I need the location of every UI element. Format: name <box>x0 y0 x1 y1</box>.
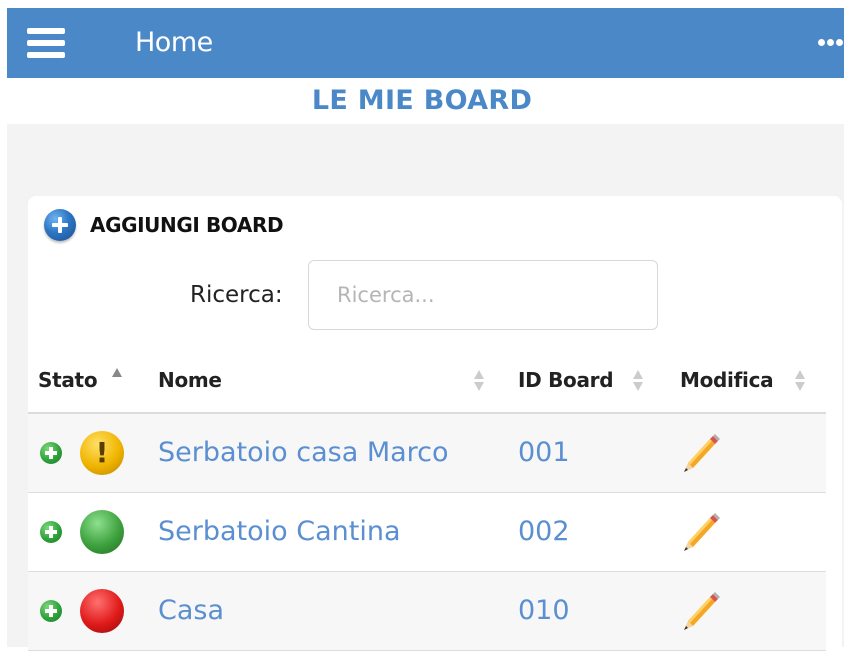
top-app-bar: Home <box>7 8 844 78</box>
plus-circle-icon[interactable] <box>44 209 76 241</box>
board-name-link[interactable]: Serbatoio Cantina <box>158 493 401 571</box>
add-board-button[interactable]: AGGIUNGI BOARD <box>44 208 284 242</box>
expand-row-icon[interactable] <box>40 521 62 543</box>
board-name-link[interactable]: Serbatoio casa Marco <box>158 414 449 492</box>
table-row: ! Serbatoio casa Marco 001 <box>28 414 826 493</box>
status-warning-icon: ! <box>80 431 124 475</box>
column-header-stato[interactable]: Stato <box>38 368 98 392</box>
sort-icon[interactable] <box>474 370 484 392</box>
table-row: Serbatoio Cantina 002 <box>28 493 826 572</box>
search-label: Ricerca: <box>190 282 283 308</box>
column-header-id-board[interactable]: ID Board <box>518 368 614 392</box>
table-row: Casa 010 <box>28 572 826 651</box>
sort-icon[interactable] <box>795 370 805 392</box>
pencil-edit-icon[interactable] <box>680 511 722 553</box>
expand-row-icon[interactable] <box>40 442 62 464</box>
pencil-edit-icon[interactable] <box>680 590 722 632</box>
more-icon[interactable] <box>814 33 844 53</box>
boards-card: AGGIUNGI BOARD Ricerca: Stato Nome ID Bo… <box>28 196 842 651</box>
pencil-edit-icon[interactable] <box>680 432 722 474</box>
page-title: LE MIE BOARD <box>311 85 533 116</box>
board-name-link[interactable]: Casa <box>158 572 224 650</box>
hamburger-icon[interactable] <box>27 28 65 58</box>
expand-row-icon[interactable] <box>40 600 62 622</box>
app-bar-title: Home <box>135 27 213 58</box>
sort-icon[interactable] <box>633 370 643 392</box>
board-id-link[interactable]: 010 <box>518 572 570 650</box>
status-error-icon <box>80 589 124 633</box>
status-ok-icon <box>80 510 124 554</box>
search-input[interactable] <box>308 260 658 330</box>
board-id-link[interactable]: 002 <box>518 493 570 571</box>
board-id-link[interactable]: 001 <box>518 414 570 492</box>
column-header-nome[interactable]: Nome <box>158 368 222 392</box>
sort-asc-icon[interactable] <box>112 368 122 390</box>
column-header-modifica[interactable]: Modifica <box>680 368 774 392</box>
status-symbol: ! <box>95 436 109 469</box>
add-board-label: AGGIUNGI BOARD <box>90 213 284 237</box>
